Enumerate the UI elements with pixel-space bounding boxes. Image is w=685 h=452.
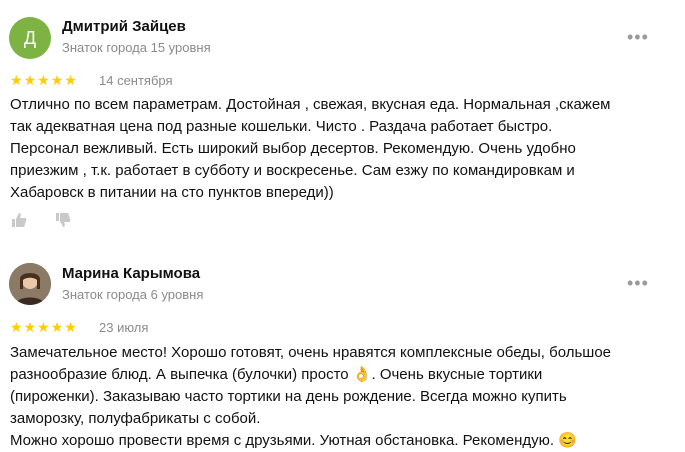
rating-stars: ★ ★ ★ ★ ★ — [10, 73, 77, 87]
avatar-photo-icon — [9, 263, 51, 305]
star-icon: ★ — [64, 72, 77, 88]
review-date: 23 июля — [99, 320, 149, 335]
reviewer-name[interactable]: Марина Карымова — [62, 265, 200, 282]
thumbs-up-icon[interactable] — [11, 212, 27, 228]
avatar[interactable] — [9, 263, 51, 305]
more-options-button[interactable]: ••• — [627, 28, 649, 46]
star-icon: ★ — [10, 319, 23, 335]
reviewer-name[interactable]: Дмитрий Зайцев — [62, 18, 186, 35]
avatar[interactable]: Д — [9, 17, 51, 59]
avatar-letter: Д — [23, 27, 37, 48]
star-icon: ★ — [23, 319, 37, 335]
review-text: Отлично по всем параметрам. Достойная , … — [10, 96, 611, 201]
star-icon: ★ — [50, 72, 64, 88]
review-text: Замечательное место! Хорошо готовят, оче… — [10, 344, 612, 449]
reviewer-level: Знаток города 15 уровня — [62, 40, 211, 55]
star-icon: ★ — [64, 319, 77, 335]
star-icon: ★ — [37, 319, 50, 335]
reviewer-level: Знаток города 6 уровня — [62, 287, 204, 302]
thumbs-down-icon[interactable] — [55, 212, 71, 228]
star-icon: ★ — [10, 72, 23, 88]
more-options-button[interactable]: ••• — [627, 274, 649, 292]
review-date: 14 сентября — [99, 73, 173, 88]
star-icon: ★ — [37, 72, 50, 88]
star-icon: ★ — [50, 319, 64, 335]
star-icon: ★ — [23, 72, 37, 88]
rating-stars: ★ ★ ★ ★ ★ — [10, 320, 77, 334]
